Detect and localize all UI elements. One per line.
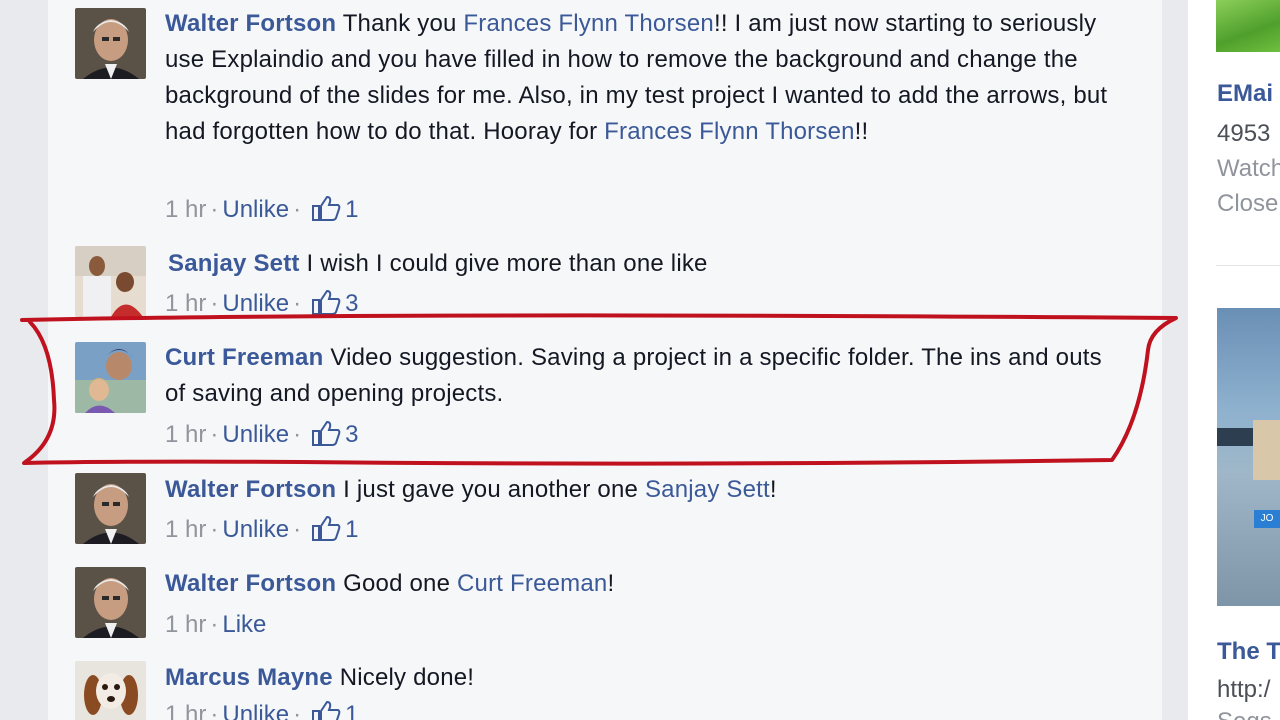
comment-timestamp[interactable]: 1 hr [165,421,206,448]
comment-author-link[interactable]: Walter Fortson [165,476,336,503]
comment-body: ! [607,570,615,597]
mention-link[interactable]: Sanjay Sett [645,476,770,503]
comment-text: Curt Freeman Video suggestion. Saving a … [165,340,1110,412]
sidebar-thumbnail[interactable] [1216,0,1280,52]
sidebar-item-url[interactable]: http:/ [1217,676,1270,704]
comment-text: Walter Fortson I just gave you another o… [165,472,1110,508]
man-portrait-avatar-icon [75,473,146,544]
meta-separator: · [210,421,219,448]
comment-meta: 1 hr · Unlike · 3 [165,289,358,323]
meta-separator: · [210,611,219,638]
sidebar-close-link[interactable]: Close [1217,190,1278,218]
thumbs-up-icon[interactable] [311,195,341,229]
mention-link[interactable]: Frances Flynn Thorsen [463,10,714,37]
comment-meta: 1 hr · Unlike · 1 [165,515,358,549]
meta-separator: · [293,290,302,317]
meta-separator: · [210,701,219,720]
thumbs-up-icon[interactable] [311,289,341,323]
comment-meta: 1 hr · Unlike · 1 [165,700,358,720]
comments-feed: Walter Fortson Thank you Frances Flynn T… [48,0,1162,720]
like-count[interactable]: 1 [345,196,358,223]
comment-timestamp[interactable]: 1 hr [165,611,206,638]
comment-author-link[interactable]: Walter Fortson [165,570,336,597]
sidebar-item-title[interactable]: EMai [1217,80,1273,108]
like-link[interactable]: Like [222,611,266,638]
comment-meta: 1 hr · Unlike · 3 [165,420,358,454]
comment-author-link[interactable]: Sanjay Sett [168,250,300,277]
like-count[interactable]: 3 [345,421,358,448]
unlike-link[interactable]: Unlike [222,421,289,448]
unlike-link[interactable]: Unlike [222,516,289,543]
comment-body: !! [854,118,869,145]
commenter-avatar[interactable] [75,473,146,544]
like-count[interactable]: 1 [345,516,358,543]
thumbs-up-icon[interactable] [311,420,341,454]
meta-separator: · [293,701,302,720]
sidebar-item-count: 4953 [1217,120,1271,147]
mention-link[interactable]: Curt Freeman [457,570,607,597]
comment-text: Walter Fortson Good one Curt Freeman! [165,566,1110,602]
sidebar-divider [1216,265,1280,266]
comment-body: I just gave you another one [343,476,645,503]
commenter-avatar[interactable] [75,342,146,413]
comment-author-link[interactable]: Marcus Mayne [165,664,333,691]
comment-author-link[interactable]: Curt Freeman [165,344,323,371]
like-count[interactable]: 3 [345,290,358,317]
ad-join-button[interactable]: JO [1254,510,1280,528]
comment-author-link[interactable]: Walter Fortson [165,10,336,37]
mention-link[interactable]: Frances Flynn Thorsen [604,118,855,145]
dog-photo-avatar-icon [75,661,146,720]
commenter-avatar[interactable] [75,8,146,79]
comment-body: Nicely done! [339,664,475,691]
comment-body: Good one [343,570,458,597]
comment-body: Thank you [342,10,464,37]
family-photo-avatar-icon [75,342,146,413]
like-count[interactable]: 1 [345,701,358,720]
sidebar-ad-image[interactable]: JO [1217,308,1280,606]
meta-separator: · [210,516,219,543]
man-portrait-avatar-icon [75,8,146,79]
comment-timestamp[interactable]: 1 hr [165,516,206,543]
thumbs-up-icon[interactable] [311,700,341,720]
unlike-link[interactable]: Unlike [222,290,289,317]
unlike-link[interactable]: Unlike [222,701,289,720]
sidebar-item-title[interactable]: The T [1217,638,1280,666]
man-portrait-avatar-icon [75,567,146,638]
meta-separator: · [293,516,302,543]
thumbs-up-icon[interactable] [311,515,341,549]
comment-text: Walter Fortson Thank you Frances Flynn T… [165,6,1110,150]
unlike-link[interactable]: Unlike [222,196,289,223]
commenter-avatar[interactable] [75,661,146,720]
comment-text: Sanjay Sett I wish I could give more tha… [168,246,1113,282]
comment-meta: 1 hr · Like [165,610,266,640]
meta-separator: · [210,196,219,223]
right-sidebar: EMai 4953 Watch Close JO The T http:/ Se… [1188,0,1280,720]
comment-timestamp[interactable]: 1 hr [165,701,206,720]
commenter-avatar[interactable] [75,246,146,317]
comment-text: Marcus Mayne Nicely done! [165,660,1110,696]
comment-meta: 1 hr · Unlike · 1 [165,195,358,229]
meta-separator: · [293,196,302,223]
comment-timestamp[interactable]: 1 hr [165,290,206,317]
comment-body: I wish I could give more than one like [306,250,708,277]
ad-image-person [1253,420,1280,480]
couple-photo-avatar-icon [75,246,146,317]
comment-body: ! [769,476,777,503]
meta-separator: · [210,290,219,317]
meta-separator: · [293,421,302,448]
comment-timestamp[interactable]: 1 hr [165,196,206,223]
sidebar-item-desc: Segs [1217,708,1272,720]
sidebar-watch-link[interactable]: Watch [1217,155,1280,183]
commenter-avatar[interactable] [75,567,146,638]
